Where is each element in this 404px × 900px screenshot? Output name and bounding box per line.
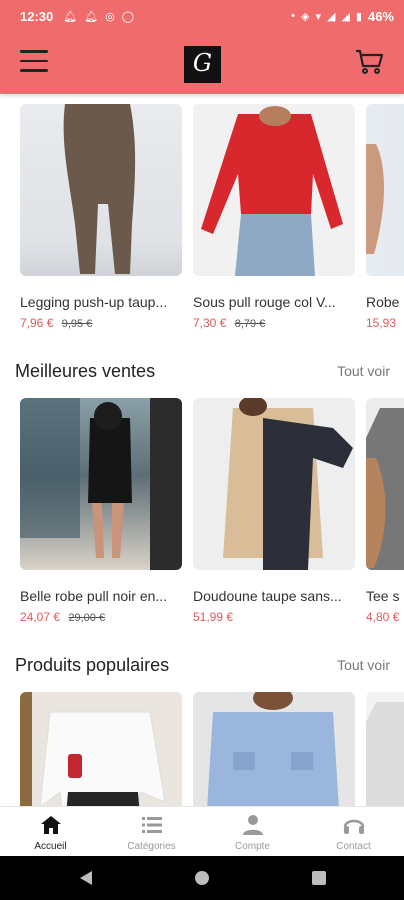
bell-icon: 🔔︎	[84, 10, 99, 23]
nav-label: Compte	[234, 841, 270, 852]
product-card[interactable]: Belle robe pull noir en... 24,07 € 29,00…	[20, 398, 182, 624]
nav-item-account[interactable]: Compte	[202, 807, 303, 856]
product-price: 7,96 €	[20, 316, 54, 330]
headset-icon	[343, 819, 364, 834]
section-title-popular: Produits populaires	[15, 655, 170, 675]
whatsapp-icon: ◎	[105, 10, 115, 23]
brand-logo[interactable]: G	[184, 46, 221, 83]
home-circle-icon[interactable]	[194, 870, 210, 886]
product-price: 24,07 €	[20, 610, 61, 624]
signal-icon: ◢	[341, 10, 350, 23]
notification-icons: 🔔︎ 🔔︎ ◎ ◯	[63, 10, 134, 23]
dot-icon: •	[291, 10, 295, 22]
product-card[interactable]	[20, 692, 182, 806]
app-icon: ◯	[121, 10, 135, 23]
person-icon	[242, 815, 263, 835]
recents-icon[interactable]	[311, 870, 327, 886]
status-bar: 12:30 🔔︎ 🔔︎ ◎ ◯ • ◈ ▾ ◢ ◢ ▮ 46%	[0, 0, 404, 32]
menu-button[interactable]	[20, 50, 48, 76]
product-card[interactable]	[366, 692, 404, 806]
wifi-icon: ▾	[315, 10, 321, 23]
product-price: 15,93	[366, 316, 397, 330]
product-price: 51,99 €	[193, 610, 234, 624]
product-image	[366, 692, 404, 806]
product-card[interactable]: Robe 15,93	[366, 104, 404, 330]
cart-icon	[356, 49, 384, 74]
product-name: Robe	[366, 294, 400, 310]
product-image	[366, 104, 404, 276]
product-name: Legging push-up taup...	[20, 294, 168, 310]
app-bar: G	[0, 32, 404, 94]
nav-item-home[interactable]: Accueil	[0, 807, 101, 856]
nav-item-categories[interactable]: Catégories	[101, 807, 202, 856]
product-image	[20, 104, 182, 276]
bell-icon: 🔔︎	[63, 10, 78, 23]
product-card[interactable]: Sous pull rouge col V... 7,30 € 8,79 €	[193, 104, 355, 330]
see-all-best-sellers-link[interactable]: Tout voir	[337, 363, 390, 379]
nav-item-contact[interactable]: Contact	[303, 807, 404, 856]
back-icon[interactable]	[78, 870, 94, 886]
bottom-navigation: Accueil Catégories Compte Contact	[0, 806, 404, 856]
vibrate-icon: ◈	[300, 10, 310, 23]
status-time: 12:30	[20, 8, 54, 24]
section-title-best-sellers: Meilleures ventes	[15, 361, 156, 381]
product-card[interactable]: Doudoune taupe sans... 51,99 €	[193, 398, 355, 624]
signal-icon: ◢	[326, 10, 336, 23]
nav-label: Contact	[336, 841, 371, 852]
product-name: Belle robe pull noir en...	[20, 588, 168, 604]
cart-button[interactable]	[354, 46, 384, 76]
product-image	[193, 104, 355, 276]
system-icons: • ◈ ▾ ◢ ◢ ▮ 46%	[291, 9, 394, 24]
product-price: 4,80 €	[366, 610, 400, 624]
product-name: Tee s	[366, 588, 400, 604]
product-card[interactable]	[193, 692, 355, 806]
product-image	[193, 692, 355, 806]
system-navigation-bar	[0, 856, 404, 900]
home-icon	[40, 816, 61, 834]
product-card[interactable]: Legging push-up taup... 7,96 € 9,95 €	[20, 104, 182, 330]
product-old-price: 29,00 €	[68, 612, 106, 624]
battery-percent: 46%	[367, 8, 394, 24]
list-icon	[141, 817, 162, 833]
nav-label: Catégories	[127, 841, 176, 852]
nav-label: Accueil	[34, 841, 67, 852]
see-all-popular-link[interactable]: Tout voir	[337, 657, 390, 673]
product-card[interactable]: Tee s 4,80 €	[366, 398, 404, 624]
product-name: Doudoune taupe sans...	[193, 588, 342, 604]
product-price: 7,30 €	[193, 316, 227, 330]
product-row-best-sellers[interactable]: Belle robe pull noir en... 24,07 € 29,00…	[20, 398, 404, 628]
product-image	[193, 398, 355, 570]
product-image	[20, 692, 182, 806]
product-old-price: 8,79 €	[234, 318, 266, 330]
product-name: Sous pull rouge col V...	[193, 294, 336, 310]
product-old-price: 9,95 €	[61, 318, 93, 330]
battery-icon: ▮	[355, 10, 362, 23]
product-image	[20, 398, 182, 570]
product-image	[366, 398, 404, 570]
product-row-popular[interactable]	[20, 692, 404, 806]
product-row-new[interactable]: Legging push-up taup... 7,96 € 9,95 € So…	[20, 104, 404, 334]
menu-icon	[20, 50, 48, 53]
home-content[interactable]: Legging push-up taup... 7,96 € 9,95 € So…	[0, 94, 404, 806]
